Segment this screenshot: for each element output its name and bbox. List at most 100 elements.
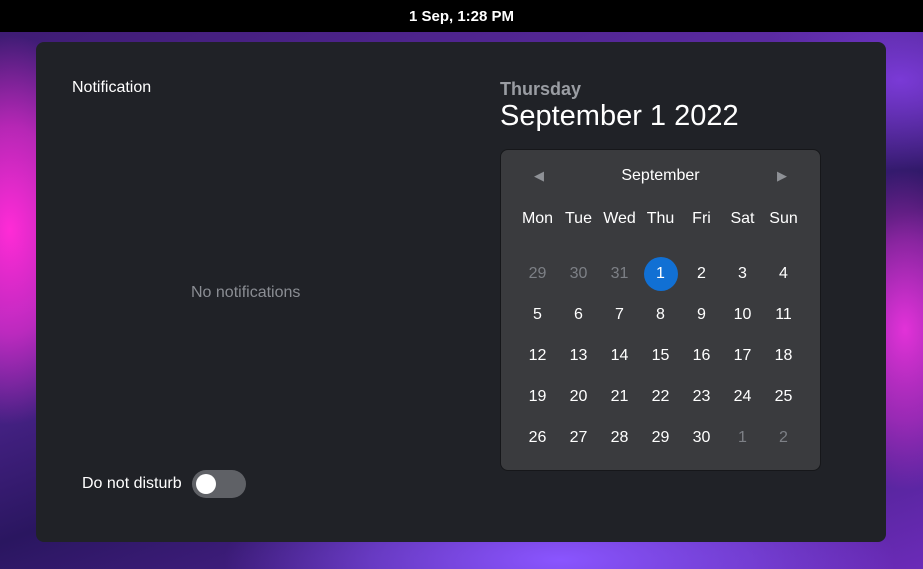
top-bar: 1 Sep, 1:28 PM: [0, 0, 923, 32]
calendar-day[interactable]: 27: [558, 420, 599, 456]
calendar-day[interactable]: 30: [681, 420, 722, 456]
day-number: 18: [774, 346, 793, 364]
calendar-day[interactable]: 23: [681, 379, 722, 415]
day-number: 19: [528, 387, 547, 405]
day-number: 31: [610, 264, 629, 282]
day-number: 14: [610, 346, 629, 364]
calendar-day[interactable]: 15: [640, 338, 681, 374]
day-number: 22: [651, 387, 670, 405]
calendar-day[interactable]: 3: [722, 256, 763, 292]
calendar-day[interactable]: 29: [517, 256, 558, 292]
day-number: 26: [528, 428, 547, 446]
day-number: 25: [774, 387, 793, 405]
toggle-knob: [195, 474, 216, 494]
day-number: 3: [738, 264, 747, 282]
triangle-right-icon: ▶: [777, 168, 787, 183]
weekday-label: Tue: [565, 210, 592, 227]
calendar-grid: Mon Tue Wed Thu Fri Sat Sun 29 30 31 1 2 3 4 5 6 7 8 9 10 1…: [517, 206, 804, 458]
day-number: 20: [569, 387, 588, 405]
next-month-button[interactable]: ▶: [770, 164, 794, 188]
weekday-label: Thu: [646, 210, 675, 227]
day-number: 9: [697, 305, 706, 323]
day-number: 28: [610, 428, 629, 446]
notification-title: Notification: [72, 79, 152, 96]
calendar-header: September ◀ ▶: [501, 164, 820, 188]
day-number: 27: [569, 428, 588, 446]
day-number: 1: [643, 256, 678, 291]
day-number: 5: [533, 305, 542, 323]
day-number: 29: [528, 264, 547, 282]
day-number: 11: [775, 305, 792, 323]
do-not-disturb-row: Do not disturb: [82, 470, 246, 498]
day-number: 6: [574, 305, 583, 323]
triangle-left-icon: ◀: [534, 168, 544, 183]
calendar-day[interactable]: 16: [681, 338, 722, 374]
notification-calendar-panel: Notification No notifications Do not dis…: [36, 42, 886, 542]
week-row: 26 27 28 29 30 1 2: [517, 417, 804, 458]
calendar-day[interactable]: 29: [640, 420, 681, 456]
calendar-day[interactable]: 25: [763, 379, 804, 415]
day-number: 4: [779, 264, 788, 282]
calendar-day[interactable]: 5: [517, 297, 558, 333]
calendar-day[interactable]: 8: [640, 297, 681, 333]
do-not-disturb-label: Do not disturb: [82, 475, 182, 492]
calendar-day-today[interactable]: 1: [640, 256, 681, 292]
weekday-label: Sat: [730, 210, 755, 227]
day-number: 21: [610, 387, 629, 405]
calendar: September ◀ ▶ Mon Tue Wed Thu Fri Sat Sun 29 30…: [500, 149, 821, 471]
day-number: 8: [656, 305, 665, 323]
week-row: 19 20 21 22 23 24 25: [517, 376, 804, 417]
calendar-day[interactable]: 11: [763, 297, 804, 333]
calendar-day[interactable]: 19: [517, 379, 558, 415]
calendar-day[interactable]: 26: [517, 420, 558, 456]
calendar-day[interactable]: 7: [599, 297, 640, 333]
week-row: 5 6 7 8 9 10 11: [517, 294, 804, 335]
week-row: 29 30 31 1 2 3 4: [517, 253, 804, 294]
calendar-day[interactable]: 24: [722, 379, 763, 415]
prev-month-button[interactable]: ◀: [527, 164, 551, 188]
day-number: 10: [733, 305, 752, 323]
weekday-label: Wed: [603, 210, 636, 227]
day-number: 17: [733, 346, 752, 364]
calendar-day[interactable]: 14: [599, 338, 640, 374]
do-not-disturb-toggle[interactable]: [191, 470, 246, 498]
day-number: 2: [779, 428, 788, 446]
calendar-day[interactable]: 12: [517, 338, 558, 374]
day-number: 16: [692, 346, 711, 364]
weekday-label: Fri: [692, 210, 711, 227]
calendar-day[interactable]: 21: [599, 379, 640, 415]
calendar-day[interactable]: 1: [722, 420, 763, 456]
day-number: 23: [692, 387, 711, 405]
calendar-day[interactable]: 28: [599, 420, 640, 456]
calendar-day[interactable]: 20: [558, 379, 599, 415]
calendar-day[interactable]: 2: [763, 420, 804, 456]
day-number: 7: [615, 305, 624, 323]
calendar-day[interactable]: 10: [722, 297, 763, 333]
day-number: 30: [569, 264, 588, 282]
weekday-label: Sun: [769, 210, 798, 227]
calendar-day[interactable]: 17: [722, 338, 763, 374]
calendar-day[interactable]: 18: [763, 338, 804, 374]
no-notifications-text: No notifications: [191, 284, 301, 301]
calendar-day[interactable]: 13: [558, 338, 599, 374]
day-name: Thursday: [500, 79, 582, 99]
day-number: 15: [651, 346, 670, 364]
calendar-day[interactable]: 30: [558, 256, 599, 292]
calendar-day[interactable]: 2: [681, 256, 722, 292]
weekday-label: Mon: [521, 210, 554, 227]
day-number: 1: [738, 428, 747, 446]
day-number: 29: [651, 428, 670, 446]
day-number: 12: [528, 346, 547, 364]
day-number: 13: [569, 346, 588, 364]
calendar-day[interactable]: 31: [599, 256, 640, 292]
week-row: 12 13 14 15 16 17 18: [517, 335, 804, 376]
calendar-day[interactable]: 4: [763, 256, 804, 292]
clock[interactable]: 1 Sep, 1:28 PM: [409, 8, 514, 25]
calendar-day[interactable]: 6: [558, 297, 599, 333]
calendar-day[interactable]: 22: [640, 379, 681, 415]
weekday-row: Mon Tue Wed Thu Fri Sat Sun: [517, 206, 804, 232]
day-number: 24: [733, 387, 752, 405]
calendar-day[interactable]: 9: [681, 297, 722, 333]
day-number: 30: [692, 428, 711, 446]
day-number: 2: [697, 264, 706, 282]
